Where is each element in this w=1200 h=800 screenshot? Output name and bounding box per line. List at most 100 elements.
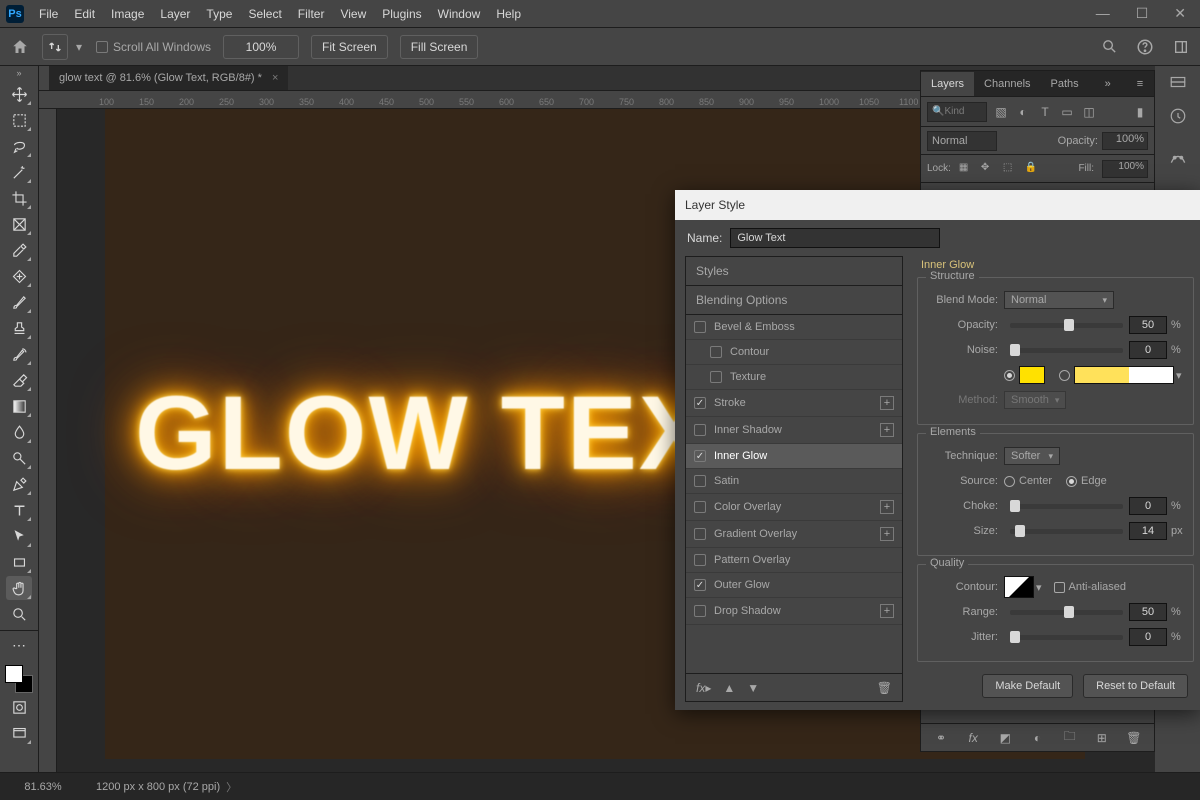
make-default-button[interactable]: Make Default: [982, 674, 1073, 698]
document-tab[interactable]: glow text @ 81.6% (Glow Text, RGB/8#) * …: [49, 66, 288, 90]
document-info[interactable]: 1200 px x 800 px (72 ppi): [96, 781, 220, 793]
more-tools[interactable]: ⋯: [6, 633, 32, 657]
layer-mask-icon[interactable]: ◩: [996, 731, 1014, 745]
gradient-tool[interactable]: [6, 394, 32, 418]
crop-tool[interactable]: [6, 186, 32, 210]
gradient-radio[interactable]: [1059, 370, 1070, 381]
add-effect-icon[interactable]: +: [880, 423, 894, 437]
effect-row-drop-shadow[interactable]: Drop Shadow+: [686, 598, 902, 625]
effect-row-pattern-overlay[interactable]: Pattern Overlay: [686, 548, 902, 573]
effect-checkbox[interactable]: [710, 346, 722, 358]
layer-name-input[interactable]: [730, 228, 940, 248]
filter-smart-icon[interactable]: ◫: [1081, 104, 1097, 120]
lock-artboard-icon[interactable]: ⬚: [1003, 162, 1017, 176]
size-slider[interactable]: [1010, 529, 1123, 534]
panel-collapse-icon[interactable]: »: [1095, 72, 1121, 96]
noise-input[interactable]: [1129, 341, 1167, 359]
workspace-icon[interactable]: [1170, 36, 1192, 58]
lasso-tool[interactable]: [6, 134, 32, 158]
add-effect-icon[interactable]: +: [880, 527, 894, 541]
info-chevron-icon[interactable]: 〉: [226, 779, 237, 795]
filter-adjust-icon[interactable]: ◐: [1015, 104, 1031, 120]
minimize-button[interactable]: —: [1096, 5, 1110, 22]
reset-default-button[interactable]: Reset to Default: [1083, 674, 1188, 698]
menu-layer[interactable]: Layer: [153, 3, 197, 25]
delete-effect-icon[interactable]: 🗑: [877, 681, 892, 695]
panel-menu-icon[interactable]: ≡: [1127, 72, 1153, 96]
lock-pixels-icon[interactable]: ▦: [959, 162, 973, 176]
type-tool[interactable]: [6, 498, 32, 522]
tab-scroll-left[interactable]: [39, 66, 49, 90]
tab-layers[interactable]: Layers: [921, 72, 974, 96]
effect-checkbox[interactable]: [710, 371, 722, 383]
choke-input[interactable]: [1129, 497, 1167, 515]
filter-type-icon[interactable]: T: [1037, 104, 1053, 120]
effect-checkbox[interactable]: [694, 450, 706, 462]
effect-checkbox[interactable]: [694, 424, 706, 436]
current-tool-icon[interactable]: [42, 34, 68, 60]
effect-checkbox[interactable]: [694, 501, 706, 513]
chevron-down-icon[interactable]: ▾: [74, 35, 84, 59]
opacity-input[interactable]: [1129, 316, 1167, 334]
close-tab-icon[interactable]: ×: [272, 72, 278, 84]
quick-mask-toggle[interactable]: [6, 695, 32, 719]
choke-slider[interactable]: [1010, 504, 1123, 509]
blend-mode-select[interactable]: Normal: [927, 131, 997, 151]
blending-options-row[interactable]: Blending Options: [686, 286, 902, 315]
effect-checkbox[interactable]: [694, 605, 706, 617]
aa-checkbox[interactable]: [1054, 582, 1065, 593]
group-icon[interactable]: 🗀: [1061, 727, 1079, 748]
effect-row-texture[interactable]: Texture: [686, 365, 902, 390]
range-slider[interactable]: [1010, 610, 1123, 615]
menu-view[interactable]: View: [333, 3, 373, 25]
scroll-all-windows-check[interactable]: Scroll All Windows: [96, 40, 211, 54]
effect-row-inner-shadow[interactable]: Inner Shadow+: [686, 417, 902, 444]
adjustments-panel-icon[interactable]: [1165, 146, 1191, 166]
opacity-field[interactable]: 100%: [1102, 132, 1148, 150]
eraser-tool[interactable]: [6, 368, 32, 392]
effect-row-bevel-emboss[interactable]: Bevel & Emboss: [686, 315, 902, 340]
gradient-dropdown-icon[interactable]: ▾: [1176, 369, 1182, 382]
effect-row-satin[interactable]: Satin: [686, 469, 902, 494]
link-layers-icon[interactable]: ⚭: [932, 731, 950, 745]
effect-row-inner-glow[interactable]: Inner Glow: [686, 444, 902, 469]
blur-tool[interactable]: [6, 420, 32, 444]
fill-screen-button[interactable]: Fill Screen: [400, 35, 479, 59]
path-select-tool[interactable]: [6, 524, 32, 548]
kind-filter-select[interactable]: 🔍 Kind: [927, 102, 987, 122]
glow-gradient-swatch[interactable]: [1074, 366, 1174, 384]
menu-window[interactable]: Window: [431, 3, 488, 25]
adjustment-layer-icon[interactable]: ◐: [1028, 731, 1046, 745]
close-button[interactable]: ✕: [1174, 5, 1186, 22]
move-tool[interactable]: [6, 82, 32, 106]
stamp-tool[interactable]: [6, 316, 32, 340]
history-brush-tool[interactable]: [6, 342, 32, 366]
size-input[interactable]: [1129, 522, 1167, 540]
filter-pixel-icon[interactable]: ▧: [993, 104, 1009, 120]
tab-channels[interactable]: Channels: [974, 72, 1040, 96]
tab-paths[interactable]: Paths: [1041, 72, 1089, 96]
glow-color-swatch[interactable]: [1019, 366, 1045, 384]
dialog-title-bar[interactable]: Layer Style: [675, 190, 1200, 220]
effect-row-contour[interactable]: Contour: [686, 340, 902, 365]
menu-select[interactable]: Select: [241, 3, 288, 25]
hand-tool[interactable]: [6, 576, 32, 600]
source-edge-radio[interactable]: [1066, 476, 1077, 487]
properties-panel-icon[interactable]: [1165, 106, 1191, 126]
add-effect-icon[interactable]: +: [880, 396, 894, 410]
jitter-slider[interactable]: [1010, 635, 1123, 640]
menu-edit[interactable]: Edit: [67, 3, 102, 25]
color-swatches[interactable]: [5, 665, 33, 693]
color-radio[interactable]: [1004, 370, 1015, 381]
move-up-icon[interactable]: ▲: [723, 681, 735, 695]
add-effect-icon[interactable]: +: [880, 604, 894, 618]
effect-row-stroke[interactable]: Stroke+: [686, 390, 902, 417]
contour-picker[interactable]: [1004, 576, 1034, 598]
effect-row-gradient-overlay[interactable]: Gradient Overlay+: [686, 521, 902, 548]
effect-checkbox[interactable]: [694, 321, 706, 333]
zoom-tool[interactable]: [6, 602, 32, 626]
screen-mode-toggle[interactable]: [6, 721, 32, 745]
menu-file[interactable]: File: [32, 3, 65, 25]
new-layer-icon[interactable]: ⊞: [1093, 731, 1111, 745]
blend-mode-select[interactable]: Normal▾: [1004, 291, 1114, 309]
